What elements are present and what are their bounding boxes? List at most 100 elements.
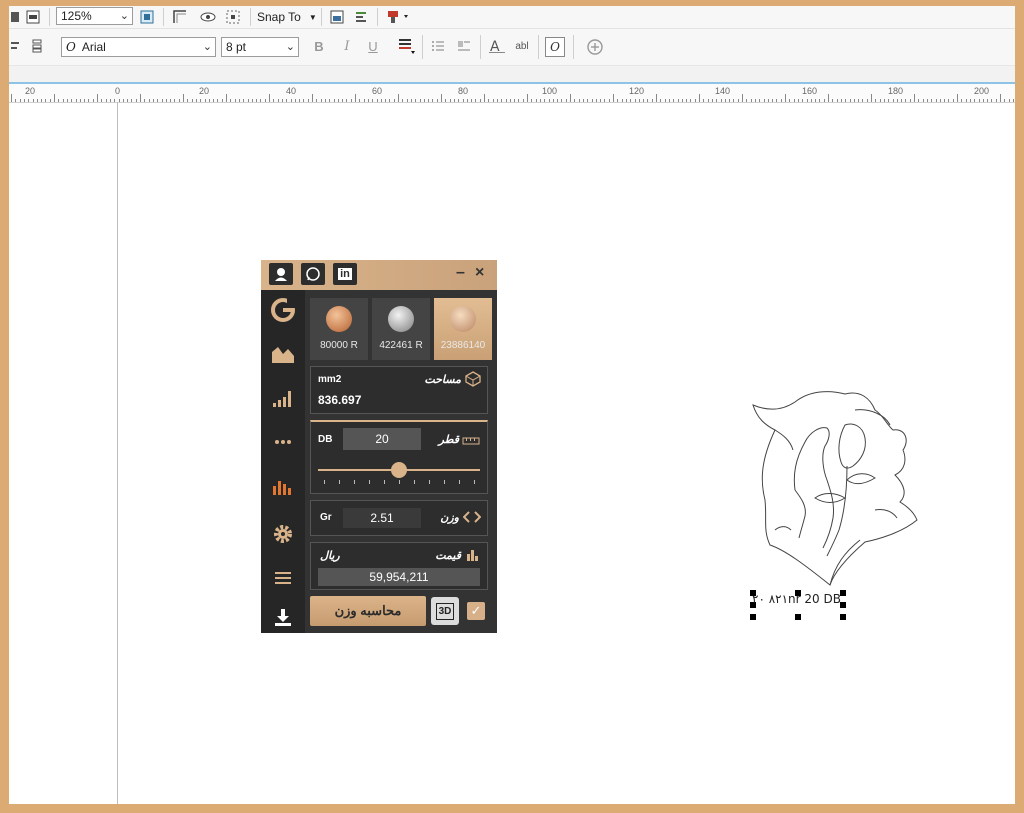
linkedin-icon[interactable]: in	[333, 263, 357, 285]
ruler-tick	[527, 94, 528, 102]
coin-option-c[interactable]: 23886140	[434, 298, 492, 360]
separator	[538, 35, 539, 59]
opentype-icon[interactable]: O	[545, 37, 565, 57]
silhouette-artwork[interactable]	[735, 380, 925, 590]
download-icon[interactable]	[269, 606, 297, 630]
more-dots-icon[interactable]	[269, 430, 297, 454]
ruler-tick	[144, 99, 146, 102]
ruler-tick	[853, 99, 855, 102]
area-value: 836.697	[318, 393, 362, 407]
font-family-combo[interactable]: O Arial ⌄	[61, 37, 216, 57]
panel-header[interactable]: in – ×	[261, 260, 497, 290]
launch-app-icon[interactable]	[385, 9, 413, 25]
bold-icon[interactable]: B	[311, 38, 327, 54]
ruler-tick	[840, 99, 842, 102]
thickness-slider-knob[interactable]	[391, 462, 407, 478]
ruler-tick	[359, 99, 361, 102]
ruler-tick	[548, 99, 550, 102]
support-icon[interactable]	[269, 263, 293, 285]
selection-handle[interactable]	[840, 614, 846, 620]
ruler-tick	[49, 99, 51, 102]
ruler-tick	[505, 99, 507, 102]
ruler-tick	[643, 99, 645, 102]
minimize-button[interactable]: –	[456, 264, 465, 282]
ruler-tick	[767, 99, 769, 102]
whatsapp-icon[interactable]	[301, 263, 325, 285]
separator	[377, 8, 378, 26]
view-eye-icon[interactable]	[199, 9, 217, 25]
coin-option-a[interactable]: 80000 R	[310, 298, 368, 360]
ruler-tick	[780, 99, 782, 102]
pdf-export-icon[interactable]	[25, 9, 41, 25]
snap-to-menu[interactable]: Snap To ▼	[257, 8, 317, 26]
toolbar-spacer	[9, 66, 1015, 84]
grid-icon[interactable]	[224, 9, 242, 25]
confirm-checkbox[interactable]: ✓	[467, 602, 485, 620]
panel-content: 80000 R 422461 R 23886140 mm2 مساحت 836.…	[305, 290, 497, 633]
ruler-tick	[277, 99, 279, 102]
ruler-tick	[948, 99, 950, 102]
ruler-label: 140	[715, 86, 731, 96]
area-chart-icon[interactable]	[269, 342, 297, 366]
3d-view-button[interactable]: 3D	[431, 597, 459, 625]
signal-bars-icon[interactable]	[269, 386, 297, 410]
alignment-icon[interactable]	[353, 9, 369, 25]
ruler-tick	[28, 99, 30, 102]
ruler-tick	[152, 99, 154, 102]
options-icon[interactable]	[329, 9, 345, 25]
font-size-combo[interactable]: 8 pt ⌄	[221, 37, 299, 57]
zoom-combo[interactable]: 125% ⌄	[56, 7, 133, 25]
ruler-tick	[1008, 99, 1010, 102]
text-flow-icon[interactable]	[29, 38, 45, 54]
import-icon[interactable]	[9, 9, 21, 25]
ruler-tick	[324, 99, 326, 102]
ruler-tick	[656, 94, 657, 102]
drop-cap-icon[interactable]	[456, 38, 472, 54]
calculate-weight-button[interactable]: محاسبه وزن	[310, 596, 426, 626]
ruler-tick	[342, 99, 344, 102]
text-properties-icon[interactable]: A	[488, 37, 506, 55]
gear-icon[interactable]	[269, 522, 297, 546]
chevron-down-icon: ⌄	[285, 41, 295, 53]
ruler-tick	[234, 99, 236, 102]
logo-icon[interactable]	[269, 298, 297, 322]
ruler-tick	[1012, 99, 1014, 102]
ruler-tick	[221, 99, 223, 102]
ruler-tick	[686, 99, 688, 102]
full-screen-icon[interactable]	[171, 9, 189, 25]
thickness-label: قطر	[438, 434, 459, 446]
close-button[interactable]: ×	[475, 264, 484, 282]
coin-value: 80000 R	[320, 340, 358, 351]
ruler-label: 100	[542, 86, 558, 96]
add-icon[interactable]	[585, 37, 605, 57]
ruler-tick	[376, 99, 378, 102]
ruler-tick	[892, 99, 894, 102]
zoom-fit-icon[interactable]	[139, 9, 155, 25]
coin-option-b[interactable]: 422461 R	[372, 298, 430, 360]
menu-icon[interactable]	[269, 566, 297, 590]
ruler-tick	[901, 99, 903, 102]
ruler-tick	[823, 99, 825, 102]
equalizer-icon[interactable]	[269, 474, 297, 498]
underline-icon[interactable]: U	[365, 38, 381, 54]
italic-icon[interactable]: I	[339, 38, 355, 54]
weight-unit: Gr	[320, 512, 332, 523]
chevron-down-icon: ⌄	[119, 10, 129, 22]
ruler-tick	[484, 94, 485, 102]
dimension-text[interactable]: ۲۰ ۸۲۱nr 20 DB	[752, 592, 841, 606]
silver-coin-icon	[388, 306, 414, 332]
selection-handle[interactable]	[750, 614, 756, 620]
bullet-list-icon[interactable]	[430, 38, 446, 54]
ruler-tick	[363, 99, 365, 102]
thickness-input[interactable]: 20	[343, 428, 421, 450]
text-align-icon[interactable]	[9, 38, 21, 54]
ruler-tick	[651, 99, 653, 102]
ruler-tick	[828, 94, 829, 102]
ruler-tick	[213, 99, 215, 102]
ruler-tick	[539, 99, 541, 102]
horizontal-ruler[interactable]: 20 0 20 40 60 80 100 120 140 160 180 200	[9, 84, 1015, 103]
selection-handle[interactable]	[795, 614, 801, 620]
text-alignment-icon[interactable]	[396, 37, 416, 55]
edit-text-icon[interactable]: abl	[514, 38, 530, 54]
ruler-tick	[217, 99, 219, 102]
